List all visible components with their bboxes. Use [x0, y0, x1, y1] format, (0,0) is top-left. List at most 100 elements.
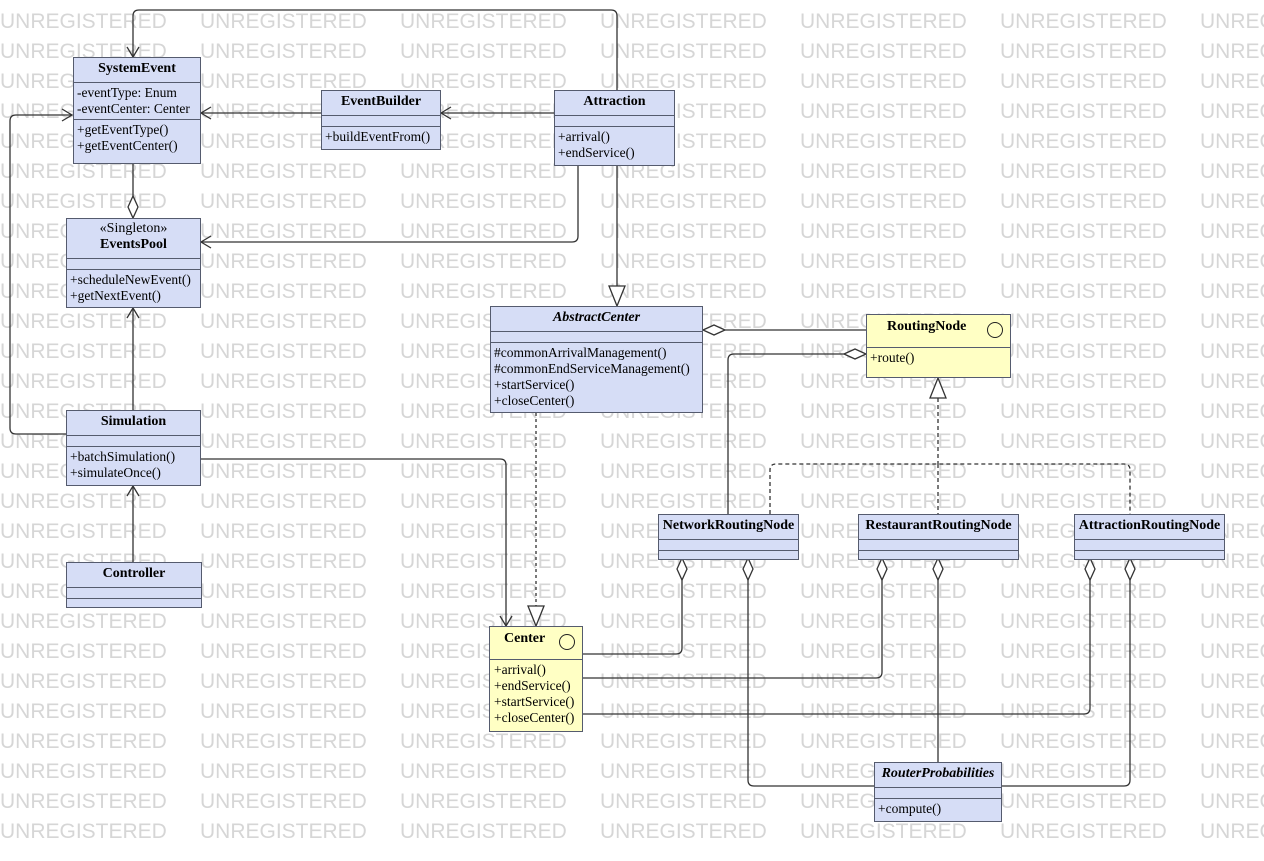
stereotype: «Singleton»	[99, 221, 168, 236]
class-simulation[interactable]: Simulation +batchSimulation() +simulateO…	[66, 410, 201, 486]
diamond-restaurant-2	[932, 556, 944, 582]
class-networkroutingnode[interactable]: NetworkRoutingNode	[658, 514, 799, 560]
operations: +getEventType() +getEventCenter()	[74, 120, 200, 156]
class-eventbuilder[interactable]: EventBuilder +buildEventFrom()	[321, 90, 441, 150]
aggregation-routerprob-network	[747, 580, 874, 787]
attributes	[659, 540, 798, 551]
class-name: Attraction	[555, 91, 674, 116]
triangle-abstractcenter	[608, 285, 626, 308]
diamond-routingnode	[842, 348, 868, 360]
attributes: -eventType: Enum -eventCenter: Center	[74, 83, 200, 120]
operation: +closeCenter()	[494, 710, 575, 725]
class-name: SystemEvent	[74, 58, 200, 83]
diamond-attraction-2	[1124, 556, 1136, 582]
attribute: -eventType: Enum	[77, 85, 177, 100]
class-name-text: EventsPool	[100, 237, 167, 252]
operation: +compute()	[878, 801, 942, 816]
operations	[659, 551, 798, 561]
operation: +getEventType()	[77, 122, 169, 137]
diamond-restaurant-1	[876, 556, 888, 582]
attributes	[322, 116, 440, 127]
class-name: AbstractCenter	[491, 307, 702, 332]
operations: +compute()	[875, 799, 1001, 819]
dependency-simulation-center	[201, 458, 507, 626]
attributes	[555, 116, 674, 127]
operation: +startService()	[494, 694, 575, 709]
operations	[67, 599, 201, 609]
realization-routingnode	[769, 398, 1131, 514]
operations: +arrival() +endService()	[555, 127, 674, 163]
operation: +batchSimulation()	[70, 449, 176, 464]
class-eventspool[interactable]: «Singleton» EventsPool +scheduleNewEvent…	[66, 218, 201, 308]
aggregation-center-networkroutingnode	[583, 580, 683, 655]
class-abstractcenter[interactable]: AbstractCenter #commonArrivalManagement(…	[490, 306, 703, 413]
operations: +buildEventFrom()	[322, 127, 440, 147]
diamond-eventspool	[127, 194, 139, 220]
attributes	[491, 332, 702, 343]
class-attraction[interactable]: Attraction +arrival() +endService()	[554, 90, 675, 166]
operations: #commonArrivalManagement() #commonEndSer…	[491, 343, 702, 411]
class-name-text: AbstractCenter	[552, 310, 641, 325]
class-controller[interactable]: Controller	[66, 562, 202, 608]
class-attractionroutingnode[interactable]: AttractionRoutingNode	[1074, 514, 1225, 560]
class-systemevent[interactable]: SystemEvent -eventType: Enum -eventCente…	[73, 57, 201, 164]
operation: +simulateOnce()	[70, 465, 161, 480]
operation: +endService()	[494, 678, 571, 693]
attribute: -eventCenter: Center	[77, 101, 190, 116]
interface-center[interactable]: Center +arrival() +endService() +startSe…	[489, 626, 583, 732]
class-name: AttractionRoutingNode	[1075, 515, 1224, 540]
class-name: RouterProbabilities	[875, 763, 1001, 788]
aggregation-networkroutingnode-routingnode	[727, 353, 844, 514]
attributes	[67, 259, 200, 270]
operation: +closeCenter()	[494, 393, 575, 408]
class-name: RestaurantRoutingNode	[859, 515, 1018, 540]
attributes	[1075, 540, 1224, 551]
class-name-text: Center	[504, 631, 546, 646]
dependency-attraction-systemevent	[132, 9, 618, 90]
class-name-text: RouterProbabilities	[881, 766, 995, 781]
operation: +endService()	[558, 145, 635, 160]
operation: +getEventCenter()	[77, 138, 178, 153]
operation: +route()	[870, 350, 915, 365]
attributes	[67, 436, 200, 447]
diamond-abstractcenter	[701, 324, 727, 336]
class-name: Center	[490, 627, 582, 660]
triangle-routingnode	[929, 376, 947, 399]
class-name-text: RoutingNode	[887, 319, 967, 334]
class-restaurantroutingnode[interactable]: RestaurantRoutingNode	[858, 514, 1019, 560]
attributes	[859, 540, 1018, 551]
operations: +batchSimulation() +simulateOnce()	[67, 447, 200, 483]
diamond-network-2	[742, 556, 754, 582]
operation: +arrival()	[494, 662, 546, 677]
attributes	[875, 788, 1001, 799]
operation: #commonEndServiceManagement()	[494, 361, 690, 376]
operation: +startService()	[494, 377, 575, 392]
operation: +getNextEvent()	[70, 288, 161, 303]
operation: +arrival()	[558, 129, 610, 144]
operations	[859, 551, 1018, 561]
aggregation-routerprob-attraction	[1002, 580, 1131, 787]
class-name: Controller	[67, 563, 201, 588]
diamond-attraction-1	[1084, 556, 1096, 582]
attributes	[67, 588, 201, 599]
class-name: Simulation	[67, 411, 200, 436]
diamond-network-1	[676, 556, 688, 582]
aggregation-center-restaurantroutingnode	[583, 580, 883, 679]
class-name: «Singleton» EventsPool	[67, 219, 200, 259]
dependency-simulation-systemevent	[9, 114, 72, 435]
triangle-center	[527, 605, 545, 628]
operations: +arrival() +endService() +startService()…	[490, 660, 582, 728]
dependency-attraction-eventspool	[201, 166, 579, 243]
class-name: NetworkRoutingNode	[659, 515, 798, 540]
interface-routingnode[interactable]: RoutingNode +route()	[866, 314, 1011, 378]
operation: #commonArrivalManagement()	[494, 345, 667, 360]
class-name: RoutingNode	[867, 315, 1010, 348]
interface-icon	[987, 322, 1003, 338]
operation: +buildEventFrom()	[325, 129, 431, 144]
aggregation-center-attractionroutingnode	[583, 580, 1091, 715]
interface-icon	[559, 634, 575, 650]
operations: +scheduleNewEvent() +getNextEvent()	[67, 270, 200, 306]
class-name: EventBuilder	[322, 91, 440, 116]
class-routerprobabilities[interactable]: RouterProbabilities +compute()	[874, 762, 1002, 822]
operations: +route()	[867, 348, 1010, 368]
